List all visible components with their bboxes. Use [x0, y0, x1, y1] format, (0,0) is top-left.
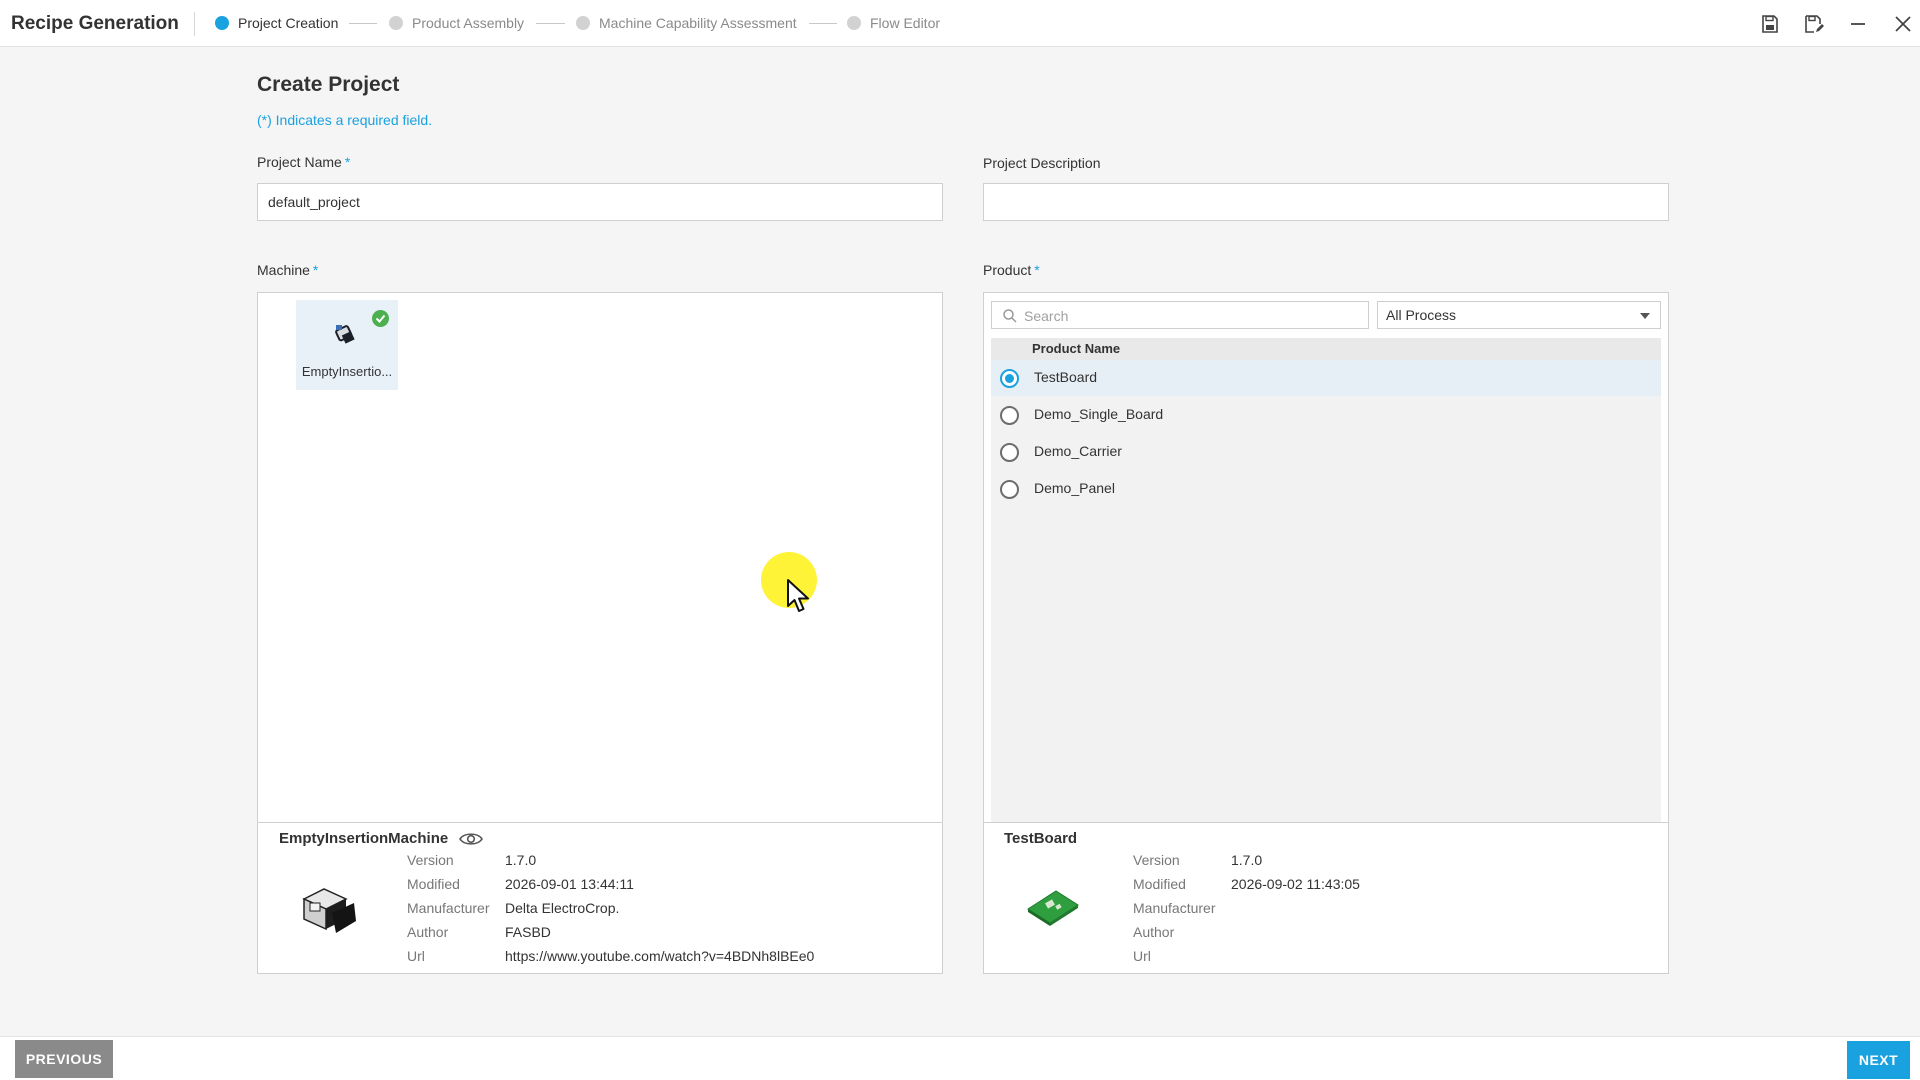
radio-button[interactable] [1000, 369, 1019, 388]
step-machine-capability-assessment[interactable]: Machine Capability Assessment [576, 15, 797, 31]
detail-key: Version [1133, 852, 1180, 868]
product-row[interactable]: TestBoard [991, 360, 1661, 396]
chevron-down-icon [1640, 313, 1650, 319]
product-name: TestBoard [1034, 369, 1098, 385]
selected-check-icon [372, 310, 389, 327]
detail-key: Modified [407, 876, 460, 892]
detail-value: 1.7.0 [505, 852, 537, 868]
step-connector [809, 23, 837, 24]
detail-key: Url [407, 948, 425, 964]
title-bar: Recipe Generation Project Creation Produ… [0, 0, 1920, 47]
required-mark: * [312, 262, 319, 278]
eye-icon[interactable] [458, 830, 484, 848]
project-name-label-text: Project Name [257, 154, 342, 170]
next-button[interactable]: NEXT [1847, 1041, 1910, 1079]
project-name-input[interactable] [257, 183, 943, 221]
machine-tile[interactable]: EmptyInsertio... [296, 300, 398, 390]
product-search-box [991, 301, 1369, 329]
step-connector [536, 23, 565, 24]
product-table: Product Name TestBoard Demo_Single_Board… [991, 338, 1661, 822]
product-name-column-header: Product Name [991, 338, 1661, 360]
product-detail-card: TestBoard Version 1.7.0 Modified 2026-09… [983, 822, 1669, 974]
machine-detail-card: EmptyInsertionMachine Version 1.7.0 Modi… [257, 822, 943, 974]
radio-button[interactable] [1000, 406, 1019, 425]
product-row[interactable]: Demo_Panel [991, 471, 1661, 507]
detail-key: Manufacturer [1133, 900, 1216, 916]
product-search-input[interactable] [1024, 306, 1354, 326]
machine-thumbnail [302, 888, 356, 933]
detail-key: Author [1133, 924, 1175, 940]
machine-icon [335, 325, 355, 344]
step-indicator-icon [576, 16, 590, 30]
product-detail-name: TestBoard [1004, 830, 1078, 847]
step-flow-editor[interactable]: Flow Editor [847, 15, 940, 31]
step-connector [349, 23, 377, 24]
project-description-input[interactable] [983, 183, 1669, 221]
detail-value: Delta ElectroCrop. [505, 900, 620, 916]
minimize-icon[interactable] [1846, 12, 1870, 36]
detail-key: Modified [1133, 876, 1186, 892]
project-description-label: Project Description [983, 155, 1101, 171]
title-divider [194, 12, 195, 36]
product-label: Product * [983, 262, 1040, 278]
step-label: Product Assembly [412, 15, 525, 31]
detail-value: 2026-09-02 11:43:05 [1231, 876, 1360, 892]
machine-label: Machine * [257, 262, 318, 278]
step-product-assembly[interactable]: Product Assembly [389, 15, 524, 31]
radio-button[interactable] [1000, 480, 1019, 499]
app-title: Recipe Generation [11, 13, 179, 34]
product-name: Demo_Single_Board [1034, 406, 1164, 422]
previous-button[interactable]: PREVIOUS [15, 1040, 113, 1078]
product-name: Demo_Carrier [1034, 443, 1122, 459]
process-filter-value: All Process [1386, 307, 1457, 323]
detail-value: FASBD [505, 924, 551, 940]
product-name: Demo_Panel [1034, 480, 1115, 496]
detail-value: 1.7.0 [1231, 852, 1263, 868]
step-indicator-icon [215, 16, 229, 30]
product-row[interactable]: Demo_Carrier [991, 434, 1661, 470]
board-thumbnail [1027, 890, 1079, 926]
step-label: Flow Editor [870, 15, 941, 31]
detail-key: Author [407, 924, 449, 940]
radio-button[interactable] [1000, 443, 1019, 462]
step-indicator-icon [389, 16, 403, 30]
radio-selected-dot [1005, 374, 1014, 383]
step-label: Machine Capability Assessment [599, 15, 797, 31]
machine-label-text: Machine [257, 262, 310, 278]
save-icon[interactable] [1758, 12, 1782, 36]
detail-value: 2026-09-01 13:44:11 [505, 876, 634, 892]
search-icon [1003, 309, 1017, 323]
machine-url-link[interactable]: https://www.youtube.com/watch?v=4BDNh8lB… [505, 948, 814, 964]
step-project-creation[interactable]: Project Creation [215, 15, 338, 31]
page-title: Create Project [257, 73, 400, 96]
step-label: Project Creation [238, 15, 339, 31]
detail-key: Manufacturer [407, 900, 490, 916]
machine-tile-label: EmptyInsertio... [301, 364, 393, 379]
product-label-text: Product [983, 262, 1032, 278]
machine-detail-name: EmptyInsertionMachine [279, 830, 449, 847]
close-icon[interactable] [1891, 12, 1915, 36]
required-field-note: (*) Indicates a required field. [257, 112, 433, 128]
product-row[interactable]: Demo_Single_Board [991, 397, 1661, 433]
save-as-icon[interactable] [1802, 12, 1826, 36]
required-mark: * [1034, 262, 1040, 278]
project-name-label: Project Name * [257, 154, 350, 170]
detail-key: Url [1133, 948, 1151, 964]
step-indicator-icon [847, 16, 861, 30]
process-filter-select[interactable]: All Process [1377, 301, 1661, 329]
footer-bar [0, 1036, 1920, 1080]
detail-key: Version [407, 852, 454, 868]
required-mark: * [344, 154, 351, 170]
mouse-cursor-icon [787, 579, 809, 612]
